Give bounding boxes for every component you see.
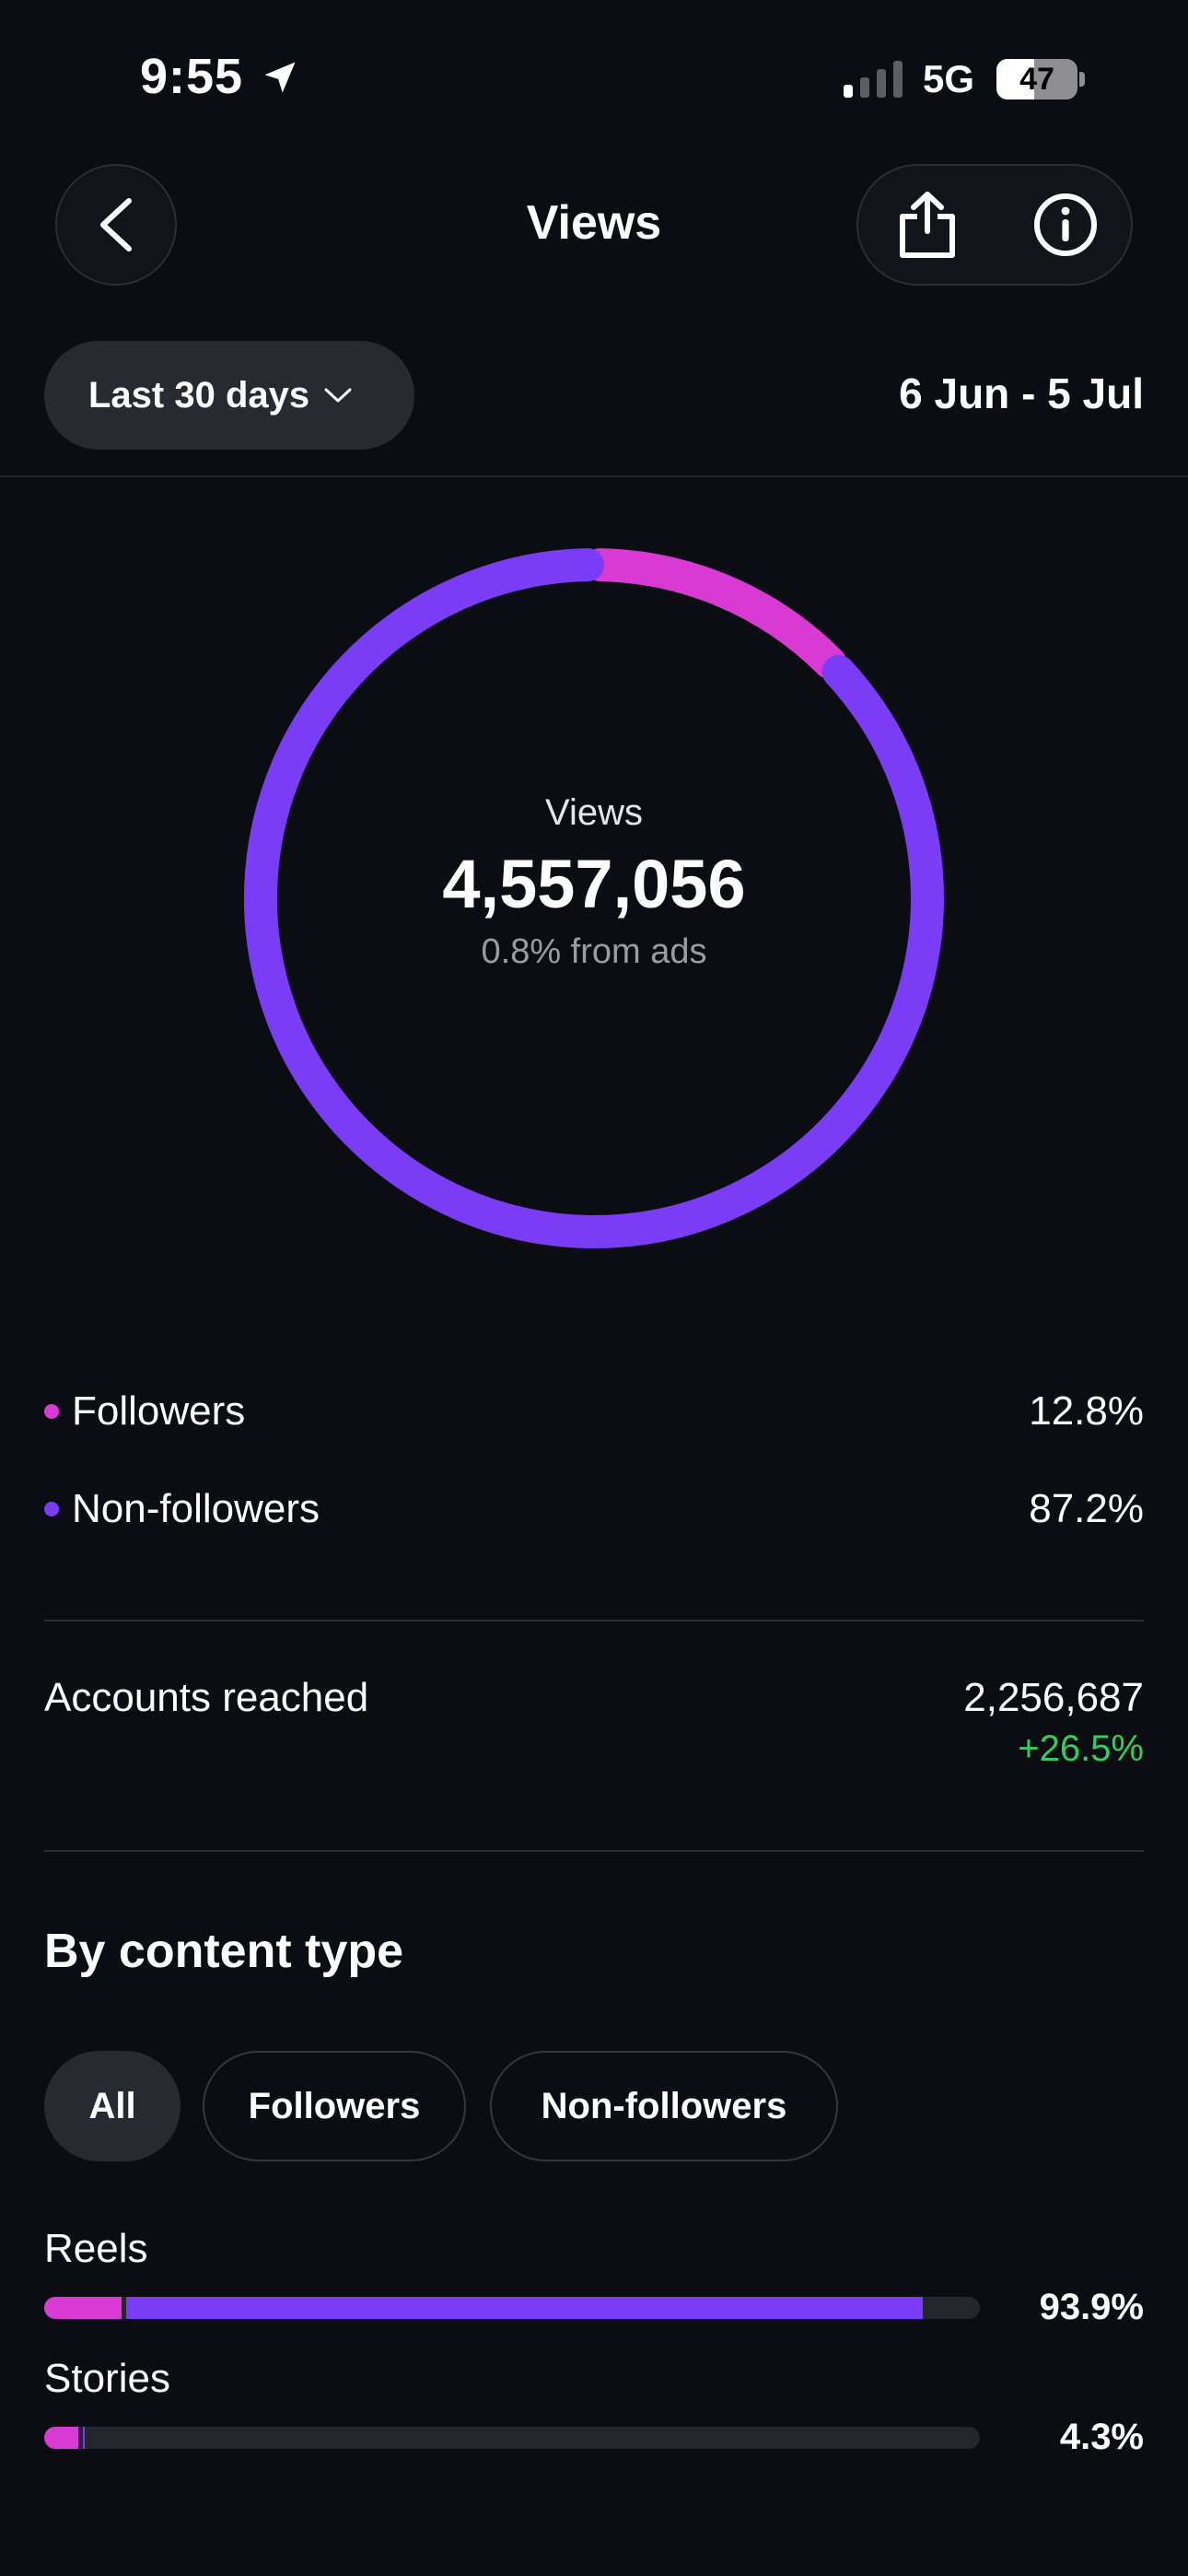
- bar-followers-segment: [44, 2427, 78, 2449]
- tab-non-followers[interactable]: Non-followers: [490, 2051, 838, 2161]
- donut-label: Views: [545, 792, 643, 833]
- legend-name: Non-followers: [72, 1486, 320, 1531]
- total-views: 4,557,056: [442, 846, 746, 922]
- bar-non-followers-segment: [126, 2297, 923, 2319]
- header-actions: [856, 164, 1133, 286]
- legend-name: Followers: [72, 1388, 246, 1434]
- network-type: 5G: [923, 57, 975, 100]
- legend-percent: 12.8%: [1029, 1388, 1144, 1434]
- followers-arc: [583, 548, 846, 679]
- donut-summary: Views 4,557,056 0.8% from ads: [226, 792, 962, 972]
- accounts-reached-value: 2,256,687: [963, 1675, 1144, 1720]
- followers-dot: [44, 1404, 59, 1419]
- legend-percent: 87.2%: [1029, 1486, 1144, 1531]
- views-insights-screen: 9:55 5G 47 Views Last 30 days 6 Jun - 5 …: [0, 0, 1188, 2576]
- chevron-down-icon: [324, 388, 352, 403]
- date-range: 6 Jun - 5 Jul: [899, 369, 1144, 417]
- status-time: 9:55: [140, 49, 244, 104]
- battery-nub: [1079, 72, 1085, 87]
- accounts-reached-label: Accounts reached: [44, 1675, 369, 1720]
- content-row-percent: 93.9%: [1039, 2287, 1144, 2327]
- divider: [44, 1620, 1144, 1622]
- info-icon: [1034, 193, 1097, 256]
- content-row-label: Reels: [44, 2226, 148, 2271]
- info-button[interactable]: [996, 166, 1135, 284]
- content-bar-reels: [44, 2297, 980, 2319]
- content-bar-stories: [44, 2427, 980, 2449]
- section-title: By content type: [44, 1925, 404, 1978]
- non-followers-dot: [44, 1502, 59, 1516]
- location-arrow-icon: [264, 62, 296, 93]
- tab-all[interactable]: All: [44, 2051, 181, 2161]
- bar-non-followers-segment: [82, 2427, 85, 2449]
- status-bar: 9:55 5G 47: [0, 0, 1188, 157]
- period-label: Last 30 days: [88, 374, 310, 416]
- share-button[interactable]: [858, 166, 996, 284]
- legend-non-followers: Non-followers 87.2%: [44, 1481, 1144, 1537]
- ads-note: 0.8% from ads: [481, 932, 707, 971]
- accounts-reached-change: +26.5%: [1018, 1728, 1144, 1769]
- period-dropdown[interactable]: Last 30 days: [44, 341, 414, 450]
- header-divider: [0, 475, 1188, 477]
- share-icon: [900, 192, 955, 258]
- cellular-signal-icon: [844, 61, 903, 98]
- tab-followers[interactable]: Followers: [203, 2051, 466, 2161]
- battery-level: 47: [1019, 62, 1054, 97]
- battery-indicator: 47: [996, 59, 1077, 100]
- legend-followers: Followers 12.8%: [44, 1384, 1144, 1439]
- content-row-label: Stories: [44, 2356, 170, 2401]
- bar-followers-segment: [44, 2297, 122, 2319]
- content-row-percent: 4.3%: [1059, 2417, 1144, 2457]
- divider: [44, 1850, 1144, 1852]
